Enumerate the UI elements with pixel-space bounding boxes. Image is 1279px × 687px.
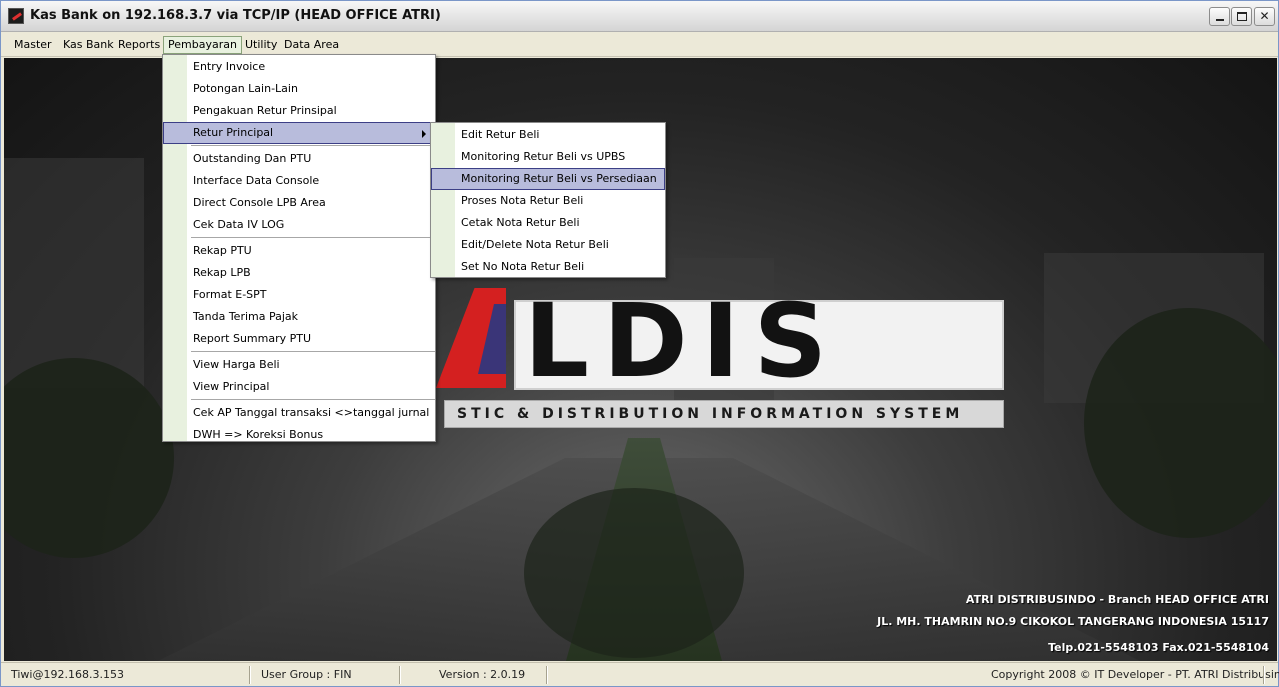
restore-icon	[1236, 12, 1247, 21]
submenu-item-cetak-nota-retur-beli[interactable]: Cetak Nota Retur Beli	[431, 212, 665, 234]
menu-pembayaran[interactable]: Pembayaran	[163, 36, 242, 54]
minimize-button[interactable]	[1209, 7, 1230, 26]
menu-item-cek-ap-tanggal[interactable]: Cek AP Tanggal transaksi <>tanggal jurna…	[163, 402, 435, 424]
building-silhouette	[4, 158, 144, 388]
status-version: Version : 2.0.19	[439, 668, 526, 681]
menu-item-view-principal[interactable]: View Principal	[163, 376, 435, 398]
submenu-arrow-icon	[422, 130, 426, 138]
status-divider	[1263, 666, 1265, 684]
minimize-icon	[1215, 19, 1224, 21]
maximize-button[interactable]	[1231, 7, 1252, 26]
window-title: Kas Bank on 192.168.3.7 via TCP/IP (HEAD…	[30, 8, 441, 23]
submenu-item-edit-retur-beli[interactable]: Edit Retur Beli	[431, 124, 665, 146]
menu-item-view-harga-beli[interactable]: View Harga Beli	[163, 354, 435, 376]
main-window: Kas Bank on 192.168.3.7 via TCP/IP (HEAD…	[0, 0, 1279, 687]
submenu-item-proses-nota-retur-beli[interactable]: Proses Nota Retur Beli	[431, 190, 665, 212]
tree-image	[4, 358, 174, 558]
app-icon[interactable]	[8, 8, 24, 24]
menu-item-rekap-lpb[interactable]: Rekap LPB	[163, 262, 435, 284]
menu-item-dwh-koreksi-bonus[interactable]: DWH => Koreksi Bonus	[163, 424, 435, 446]
menu-item-cek-data-iv-log[interactable]: Cek Data IV LOG	[163, 214, 435, 236]
menu-master[interactable]: Master	[9, 36, 57, 54]
close-button[interactable]: ✕	[1254, 7, 1275, 26]
close-icon: ✕	[1259, 9, 1270, 23]
menu-item-report-summary-ptu[interactable]: Report Summary PTU	[163, 328, 435, 350]
menu-item-rekap-ptu[interactable]: Rekap PTU	[163, 240, 435, 262]
menu-item-direct-console-lpb-area[interactable]: Direct Console LPB Area	[163, 192, 435, 214]
submenu-item-edit-delete-nota[interactable]: Edit/Delete Nota Retur Beli	[431, 234, 665, 256]
status-bar: Tiwi@192.168.3.153 User Group : FIN Vers…	[1, 662, 1279, 686]
menu-item-tanda-terima-pajak[interactable]: Tanda Terima Pajak	[163, 306, 435, 328]
menu-item-label: Retur Principal	[193, 126, 274, 139]
status-copyright: Copyright 2008 © IT Developer - PT. ATRI…	[991, 668, 1279, 681]
logo-subtitle-band: STIC & DISTRIBUTION INFORMATION SYSTEM	[444, 400, 1004, 428]
retur-principal-submenu: Edit Retur Beli Monitoring Retur Beli vs…	[430, 122, 666, 278]
menu-item-format-e-spt[interactable]: Format E-SPT	[163, 284, 435, 306]
company-address: JL. MH. THAMRIN NO.9 CIKOKOL TANGERANG I…	[877, 615, 1269, 628]
logo-emblem	[436, 288, 506, 388]
menu-item-entry-invoice[interactable]: Entry Invoice	[163, 56, 435, 78]
company-name: ATRI DISTRIBUSINDO - Branch HEAD OFFICE …	[965, 593, 1269, 606]
pembayaran-menu: Entry Invoice Potongan Lain-Lain Pengaku…	[162, 54, 436, 442]
submenu-item-monitoring-vs-upbs[interactable]: Monitoring Retur Beli vs UPBS	[431, 146, 665, 168]
menu-item-interface-data-console[interactable]: Interface Data Console	[163, 170, 435, 192]
status-user-group: User Group : FIN	[261, 668, 352, 681]
status-divider	[249, 666, 251, 684]
logo-subtitle: STIC & DISTRIBUTION INFORMATION SYSTEM	[457, 406, 964, 422]
menu-kas-bank[interactable]: Kas Bank	[58, 36, 119, 54]
tree-image	[524, 488, 744, 658]
company-phone: Telp.021-5548103 Fax.021-5548104	[1048, 641, 1269, 654]
menu-item-retur-principal[interactable]: Retur Principal	[163, 122, 435, 144]
menu-reports[interactable]: Reports	[113, 36, 165, 54]
status-divider	[546, 666, 548, 684]
ldis-logo: LDIS STIC & DISTRIBUTION INFORMATION SYS…	[424, 288, 1004, 438]
menu-item-potongan-lain-lain[interactable]: Potongan Lain-Lain	[163, 78, 435, 100]
submenu-item-monitoring-vs-persediaan[interactable]: Monitoring Retur Beli vs Persediaan	[431, 168, 665, 190]
title-bar[interactable]: Kas Bank on 192.168.3.7 via TCP/IP (HEAD…	[1, 1, 1278, 32]
tree-image	[1084, 308, 1277, 538]
status-divider	[399, 666, 401, 684]
logo-letters: LDIS	[524, 282, 842, 401]
status-user: Tiwi@192.168.3.153	[11, 668, 124, 681]
menu-item-pengakuan-retur-prinsipal[interactable]: Pengakuan Retur Prinsipal	[163, 100, 435, 122]
menu-utility[interactable]: Utility	[240, 36, 282, 54]
menu-item-outstanding-dan-ptu[interactable]: Outstanding Dan PTU	[163, 148, 435, 170]
submenu-item-set-no-nota[interactable]: Set No Nota Retur Beli	[431, 256, 665, 278]
menu-data-area[interactable]: Data Area	[279, 36, 344, 54]
